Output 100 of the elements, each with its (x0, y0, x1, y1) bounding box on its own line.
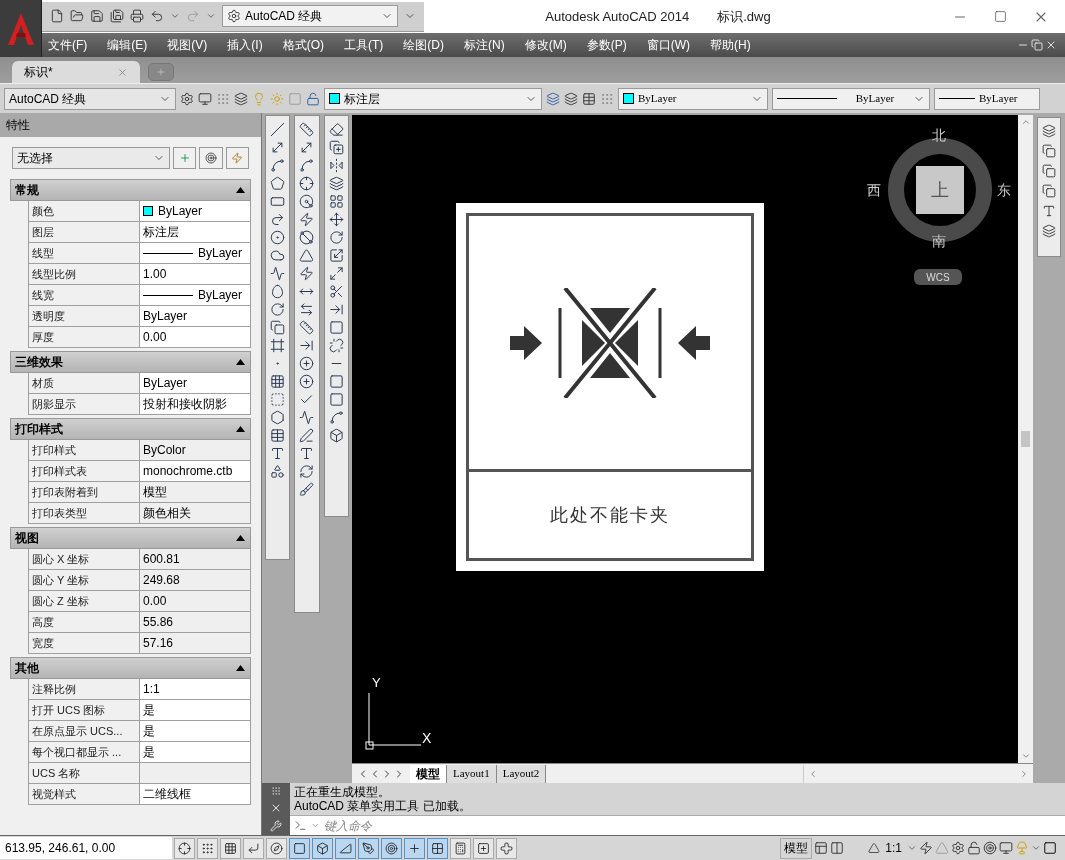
collapse-triangle-icon[interactable] (236, 425, 246, 433)
square-toggle[interactable] (289, 837, 310, 859)
pentagon-icon[interactable] (270, 176, 286, 191)
property-value[interactable]: ByLayer (140, 201, 251, 222)
wave-icon[interactable] (270, 266, 286, 281)
cube-icon[interactable] (328, 428, 344, 443)
scrollbar-thumb[interactable] (1021, 431, 1030, 447)
property-value[interactable]: 0.00 (140, 327, 251, 348)
property-value[interactable]: ByLayer (140, 243, 251, 264)
circle-plus-icon[interactable] (299, 374, 315, 389)
save-as-icon[interactable] (110, 9, 124, 23)
property-value[interactable]: 是 (140, 700, 251, 721)
arrow-to-line-icon[interactable] (299, 338, 315, 353)
arc-icon[interactable] (299, 158, 315, 173)
wrench-icon[interactable] (270, 820, 282, 832)
line-icon[interactable] (270, 122, 286, 137)
menu-item[interactable]: 修改(M) (524, 36, 567, 54)
new-file-icon[interactable] (50, 9, 64, 23)
collapse-triangle-icon[interactable] (236, 358, 246, 366)
vertical-scrollbar[interactable] (1018, 115, 1033, 763)
section-header[interactable]: 打印样式 (10, 418, 251, 440)
scale-icon[interactable] (328, 248, 344, 263)
rotate-icon[interactable] (328, 230, 344, 245)
grid-toggle[interactable] (220, 837, 241, 859)
break-icon[interactable] (328, 338, 344, 353)
grid-icon[interactable] (328, 194, 344, 209)
lightning-icon[interactable] (299, 266, 315, 281)
cube-toggle[interactable] (312, 837, 333, 859)
annotation-scale-button[interactable]: 1:1 (882, 837, 905, 859)
lightning-icon[interactable] (299, 212, 315, 227)
document-tab[interactable]: 标识* (12, 61, 140, 83)
zigzag-icon[interactable] (299, 410, 315, 425)
double-arrow-icon[interactable] (270, 140, 286, 155)
gear-icon[interactable] (951, 841, 965, 855)
folder-icon[interactable] (70, 9, 84, 23)
plus-toggle[interactable] (404, 837, 425, 859)
cross-toggle[interactable] (496, 837, 517, 859)
spline-icon[interactable] (328, 410, 344, 425)
scissors-icon[interactable] (328, 284, 344, 299)
viewcube-top-face[interactable]: 上 (916, 166, 964, 214)
property-value[interactable]: ByLayer (140, 306, 251, 327)
mirror-icon[interactable] (328, 158, 344, 173)
move-icon[interactable] (328, 212, 344, 227)
maximize-icon[interactable] (994, 10, 1007, 23)
ruler-icon[interactable] (299, 122, 315, 137)
property-value[interactable]: 投射和接收阴影 (140, 394, 251, 415)
copy-icon[interactable] (270, 320, 286, 335)
menu-item[interactable]: 工具(T) (344, 36, 384, 54)
square-icon[interactable] (328, 320, 344, 335)
text-icon[interactable] (299, 446, 315, 461)
crosshair-toggle[interactable] (174, 837, 195, 859)
rotate-icon[interactable] (270, 302, 286, 317)
property-value[interactable]: monochrome.ctb (140, 461, 251, 482)
menu-item[interactable]: 文件(F) (48, 36, 88, 54)
eraser-icon[interactable] (328, 122, 344, 137)
layer-select[interactable]: 标注层 (324, 87, 542, 110)
frame-icon[interactable] (270, 338, 286, 353)
prompt-icon[interactable] (294, 819, 307, 832)
layers-icon[interactable] (1042, 224, 1056, 238)
hatch-grid-icon[interactable] (270, 374, 286, 389)
south-label[interactable]: 南 (932, 231, 946, 252)
text-icon[interactable] (1042, 204, 1056, 218)
lock-icon[interactable] (306, 91, 320, 106)
color-select[interactable]: ByLayer (618, 87, 768, 110)
layout-icon[interactable] (814, 841, 829, 855)
pen-toggle[interactable] (358, 837, 379, 859)
circle-plus-icon[interactable] (299, 356, 315, 371)
layers-icon[interactable] (234, 91, 248, 106)
arrow-to-line-icon[interactable] (328, 302, 344, 317)
property-value[interactable]: 二维线框 (140, 784, 251, 805)
arc-arrow-icon[interactable] (270, 212, 286, 227)
property-value[interactable]: 是 (140, 742, 251, 763)
triangle-icon[interactable] (868, 842, 881, 854)
copy-icon[interactable] (1042, 164, 1056, 178)
pen-line-icon[interactable] (299, 428, 315, 443)
model-space-button[interactable]: 模型 (780, 837, 813, 859)
section-header[interactable]: 三维效果 (10, 351, 251, 373)
section-header[interactable]: 视图 (10, 527, 251, 549)
select-objects-button[interactable] (199, 147, 223, 169)
double-arrow-icon[interactable] (299, 302, 315, 317)
target-icon[interactable] (983, 841, 997, 855)
caret-icon[interactable] (907, 843, 917, 853)
rectangle-icon[interactable] (270, 194, 286, 209)
diagonal-arrow-icon[interactable] (299, 140, 315, 155)
undo-icon[interactable] (150, 9, 164, 23)
crosshair-icon[interactable] (299, 176, 315, 191)
menu-item[interactable]: 帮助(H) (710, 36, 751, 54)
collapse-triangle-icon[interactable] (236, 186, 246, 194)
layers-icon[interactable] (564, 91, 578, 106)
radius-icon[interactable] (299, 194, 315, 209)
property-value[interactable]: 1:1 (140, 679, 251, 700)
refresh-icon[interactable] (299, 464, 315, 479)
property-value[interactable]: 1.00 (140, 264, 251, 285)
property-value[interactable]: 是 (140, 721, 251, 742)
spline-icon[interactable] (270, 158, 286, 173)
layout-tab[interactable]: Layout1 (447, 764, 497, 783)
copy-plus-icon[interactable] (328, 140, 344, 155)
collapse-triangle-icon[interactable] (236, 534, 246, 542)
gear-icon[interactable] (180, 91, 194, 106)
north-label[interactable]: 北 (932, 125, 946, 146)
